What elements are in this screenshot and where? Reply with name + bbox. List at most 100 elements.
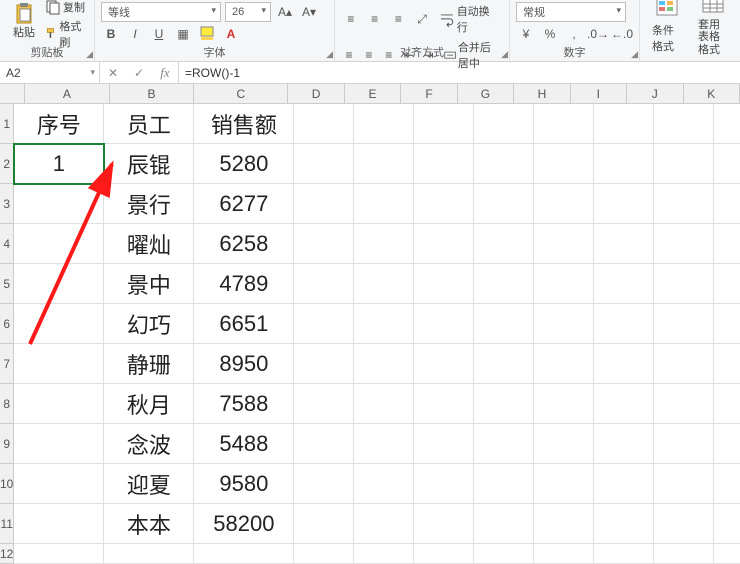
align-top-button[interactable]: ≡ [341,9,361,29]
cell-B11[interactable]: 本本 [104,504,194,544]
cell-E1[interactable] [354,104,414,144]
cell-A8[interactable] [14,384,104,424]
cell-G4[interactable] [474,224,534,264]
cell-D9[interactable] [294,424,354,464]
column-header-D[interactable]: D [288,84,344,104]
cell-J4[interactable] [654,224,714,264]
cell-B6[interactable]: 幻巧 [104,304,194,344]
cell-E10[interactable] [354,464,414,504]
cell-F6[interactable] [414,304,474,344]
percent-button[interactable]: % [540,24,560,44]
cell-D12[interactable] [294,544,354,564]
cell-C9[interactable]: 5488 [194,424,294,464]
cell-K7[interactable] [714,344,740,384]
increase-decimal-button[interactable]: .0→ [588,24,608,44]
cell-A4[interactable] [14,224,104,264]
cell-J1[interactable] [654,104,714,144]
cell-F5[interactable] [414,264,474,304]
row-header-3[interactable]: 3 [0,184,14,224]
insert-function-button[interactable]: fx [152,62,178,83]
cell-H5[interactable] [534,264,594,304]
row-header-11[interactable]: 11 [0,504,14,544]
increase-font-button[interactable]: A▴ [275,2,295,22]
cell-I1[interactable] [594,104,654,144]
cancel-formula-button[interactable]: ✕ [100,62,126,83]
cell-C8[interactable]: 7588 [194,384,294,424]
wrap-text-button[interactable]: 自动换行 [436,2,503,36]
cell-K10[interactable] [714,464,740,504]
table-format-button[interactable]: 套用 表格格式 [692,2,734,46]
fill-color-button[interactable] [197,24,217,44]
name-box[interactable]: A2 [0,62,100,83]
column-header-I[interactable]: I [571,84,627,104]
cell-A6[interactable] [14,304,104,344]
cell-grid[interactable]: 序号员工销售额1+辰锟5280景行6277曜灿6258景中4789幻巧6651静… [14,104,740,564]
cell-K1[interactable] [714,104,740,144]
row-header-4[interactable]: 4 [0,224,14,264]
font-size-combo[interactable]: 26 [225,2,271,22]
cell-J7[interactable] [654,344,714,384]
italic-button[interactable]: I [125,24,145,44]
column-header-H[interactable]: H [514,84,570,104]
cell-J9[interactable] [654,424,714,464]
cell-D6[interactable] [294,304,354,344]
cell-K9[interactable] [714,424,740,464]
column-header-J[interactable]: J [627,84,683,104]
cell-E6[interactable] [354,304,414,344]
cell-E9[interactable] [354,424,414,464]
cell-K6[interactable] [714,304,740,344]
cell-E8[interactable] [354,384,414,424]
cell-K8[interactable] [714,384,740,424]
cell-K11[interactable] [714,504,740,544]
row-header-1[interactable]: 1 [0,104,14,144]
cell-I11[interactable] [594,504,654,544]
font-name-combo[interactable]: 等线 [101,2,221,22]
cell-I12[interactable] [594,544,654,564]
cell-B12[interactable] [104,544,194,564]
cell-G2[interactable] [474,144,534,184]
enter-formula-button[interactable]: ✓ [126,62,152,83]
cell-B10[interactable]: 迎夏 [104,464,194,504]
alignment-launcher[interactable]: ◢ [501,49,508,60]
column-header-K[interactable]: K [684,84,740,104]
cell-E3[interactable] [354,184,414,224]
cell-K5[interactable] [714,264,740,304]
cell-B5[interactable]: 景中 [104,264,194,304]
cell-B1[interactable]: 员工 [104,104,194,144]
cell-H9[interactable] [534,424,594,464]
cell-C6[interactable]: 6651 [194,304,294,344]
cell-E5[interactable] [354,264,414,304]
cell-D10[interactable] [294,464,354,504]
cell-G5[interactable] [474,264,534,304]
cell-I2[interactable] [594,144,654,184]
row-header-5[interactable]: 5 [0,264,14,304]
cell-F11[interactable] [414,504,474,544]
cell-H8[interactable] [534,384,594,424]
cell-K4[interactable] [714,224,740,264]
row-header-12[interactable]: 12 [0,544,14,564]
cell-E2[interactable] [354,144,414,184]
cell-D5[interactable] [294,264,354,304]
cell-J8[interactable] [654,384,714,424]
cell-H11[interactable] [534,504,594,544]
font-color-button[interactable]: A [221,24,241,44]
cell-H6[interactable] [534,304,594,344]
cell-K2[interactable] [714,144,740,184]
row-header-9[interactable]: 9 [0,424,14,464]
paste-button[interactable]: 粘贴 [6,2,42,46]
row-header-6[interactable]: 6 [0,304,14,344]
clipboard-launcher[interactable]: ◢ [86,49,93,60]
column-header-F[interactable]: F [401,84,457,104]
cell-J10[interactable] [654,464,714,504]
number-format-combo[interactable]: 常规 [516,2,626,22]
column-header-A[interactable]: A [25,84,110,104]
cell-C1[interactable]: 销售额 [194,104,294,144]
cell-I4[interactable] [594,224,654,264]
cell-H12[interactable] [534,544,594,564]
cell-C5[interactable]: 4789 [194,264,294,304]
cell-G6[interactable] [474,304,534,344]
cell-J2[interactable] [654,144,714,184]
cell-I9[interactable] [594,424,654,464]
align-bottom-button[interactable]: ≡ [388,9,408,29]
cell-D11[interactable] [294,504,354,544]
